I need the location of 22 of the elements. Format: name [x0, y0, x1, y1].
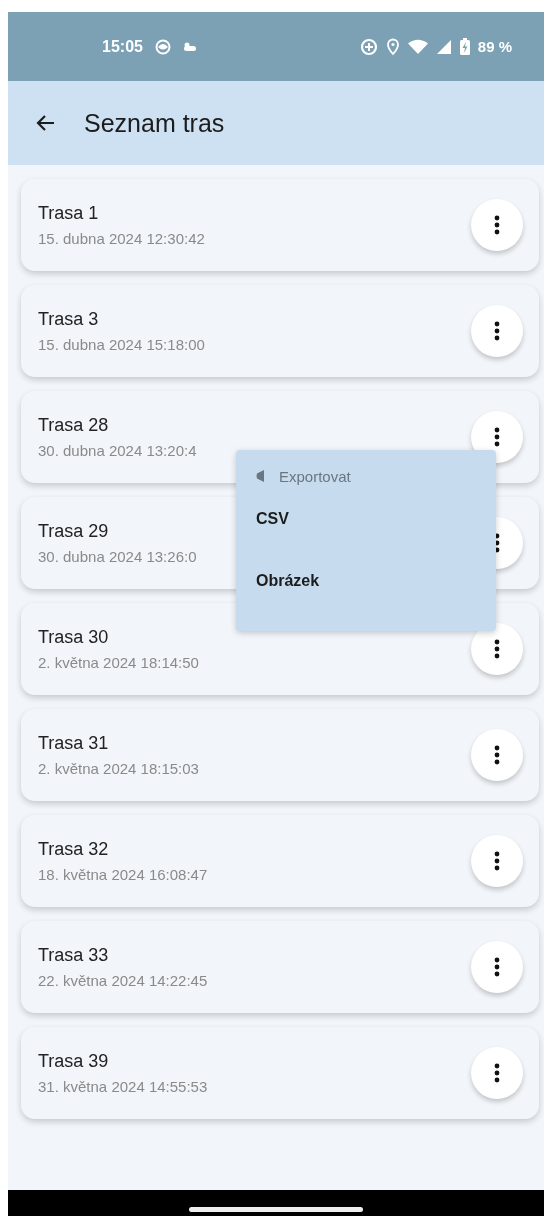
route-date: 15. dubna 2024 15:18:00 [38, 336, 205, 353]
route-date: 2. května 2024 18:15:03 [38, 760, 199, 777]
screen-title: Seznam tras [84, 108, 225, 138]
route-date: 22. května 2024 14:22:45 [38, 972, 208, 989]
route-name: Trasa 31 [38, 733, 110, 754]
route-name: Trasa 32 [38, 839, 110, 860]
battery-percentage: 89 % [477, 38, 512, 55]
route-name: Trasa 33 [38, 945, 110, 966]
route-name: Trasa 3 [38, 309, 100, 330]
route-date: 30. dubna 2024 13:20:4 [38, 442, 197, 459]
menu-title: Exportovat [279, 467, 351, 485]
route-name: Trasa 30 [38, 627, 110, 648]
status-time: 15:05 [102, 37, 143, 56]
route-date: 31. května 2024 14:55:53 [38, 1078, 208, 1095]
route-name: Trasa 1 [38, 203, 100, 224]
route-date: 2. května 2024 18:14:50 [38, 654, 199, 671]
route-date: 18. května 2024 16:08:47 [38, 866, 208, 883]
route-date: 30. dubna 2024 13:26:0 [38, 548, 197, 565]
route-name: Trasa 29 [38, 521, 110, 542]
route-name: Trasa 28 [38, 415, 110, 436]
route-name: Trasa 39 [38, 1051, 110, 1072]
route-date: 15. dubna 2024 12:30:42 [38, 230, 205, 247]
